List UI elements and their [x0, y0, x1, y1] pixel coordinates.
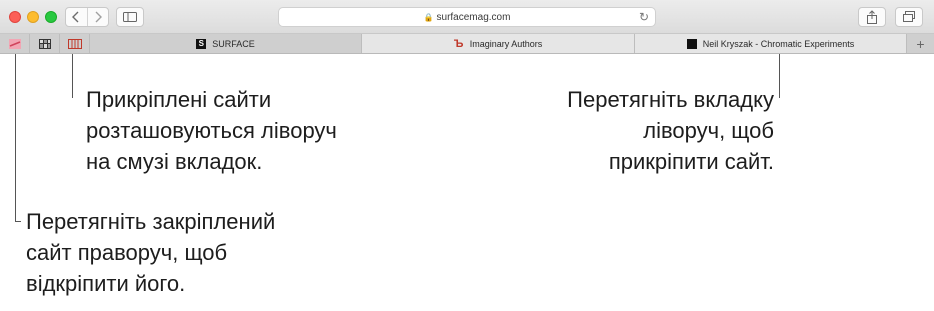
- callout-drag-tab: Перетягніть вкладку ліворуч, щоб прикріп…: [567, 84, 774, 177]
- address-text: surfacemag.com: [436, 11, 511, 23]
- tab-overview-button[interactable]: [895, 7, 923, 27]
- callout-pinned-sites: Прикріплені сайти розташовуються ліворуч…: [86, 84, 337, 177]
- tab-label: Neil Kryszak - Chromatic Experiments: [702, 38, 855, 49]
- back-button[interactable]: [66, 8, 87, 26]
- zoom-button[interactable]: [45, 11, 57, 23]
- chevron-right-icon: [95, 11, 102, 23]
- sidebar-button[interactable]: [116, 7, 144, 27]
- minimize-button[interactable]: [27, 11, 39, 23]
- tab-label: Imaginary Authors: [469, 38, 543, 49]
- sidebar-icon: [123, 12, 137, 22]
- callout-line: [15, 54, 16, 221]
- toolbar: 🔒 surfacemag.com ↻: [0, 0, 934, 34]
- pinned-site-icon: [67, 38, 82, 49]
- new-tab-button[interactable]: +: [907, 34, 934, 53]
- pinned-site-icon: [8, 38, 21, 49]
- tab-bar: S SURFACE Ъ Imaginary Authors Neil Krysz…: [0, 34, 934, 54]
- callout-line: [779, 54, 780, 98]
- address-bar[interactable]: 🔒 surfacemag.com ↻: [278, 7, 656, 27]
- callout-line-text: Прикріплені сайти: [86, 87, 272, 112]
- tab-label: SURFACE: [212, 38, 255, 49]
- callout-line-text: прикріпити сайт.: [608, 149, 774, 174]
- callout-line-text: сайт праворуч, щоб: [26, 240, 228, 265]
- close-button[interactable]: [9, 11, 21, 23]
- callout-line-text: Перетягніть закріплений: [26, 209, 276, 234]
- navigation-buttons: [65, 7, 109, 27]
- lock-icon: 🔒: [423, 12, 434, 22]
- pinned-tab[interactable]: [30, 34, 60, 53]
- reload-icon[interactable]: ↻: [639, 10, 649, 24]
- callout-line: [15, 221, 21, 222]
- pinned-site-icon: [38, 38, 51, 49]
- callout-line-text: на смузі вкладок.: [86, 149, 263, 174]
- share-button[interactable]: [858, 7, 886, 27]
- callout-line: [72, 54, 73, 98]
- neil-kryszak-favicon: [686, 38, 697, 49]
- tab-imaginary-authors[interactable]: Ъ Imaginary Authors: [362, 34, 635, 53]
- share-icon: [867, 10, 877, 24]
- callout-line-text: Перетягніть вкладку: [567, 87, 774, 112]
- chevron-left-icon: [72, 11, 79, 23]
- tab-surface[interactable]: S SURFACE: [90, 34, 362, 53]
- pinned-tab[interactable]: [60, 34, 90, 53]
- callout-unpin: Перетягніть закріплений сайт праворуч, щ…: [26, 206, 275, 299]
- callout-line-text: ліворуч, щоб: [643, 118, 774, 143]
- callout-line-text: відкріпити його.: [26, 271, 186, 296]
- tab-overview-icon: [903, 11, 915, 22]
- forward-button[interactable]: [86, 8, 108, 26]
- callout-line-text: розташовуються ліворуч: [86, 118, 337, 143]
- tab-neil-kryszak[interactable]: Neil Kryszak - Chromatic Experiments: [635, 34, 907, 53]
- pinned-tab[interactable]: [0, 34, 30, 53]
- browser-window: 🔒 surfacemag.com ↻ S SURFACE Ъ Imaginary…: [0, 0, 934, 54]
- imaginary-authors-favicon: Ъ: [453, 37, 464, 50]
- surface-favicon: S: [196, 38, 207, 49]
